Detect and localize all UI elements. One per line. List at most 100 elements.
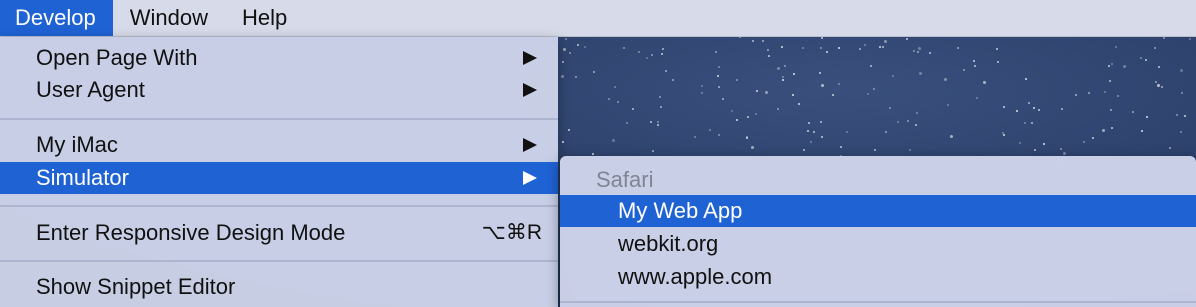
star-dot <box>717 86 720 89</box>
star-dot <box>764 90 768 94</box>
star-dot <box>1157 83 1161 87</box>
menu-item-show-snippet-editor[interactable]: Show Snippet Editor <box>0 271 558 303</box>
submenu-item-webkit-org[interactable]: webkit.org <box>560 228 1196 260</box>
star-dot <box>1033 107 1036 110</box>
star-dot <box>1003 105 1006 108</box>
star-dot <box>972 60 975 63</box>
star-dot <box>821 37 824 40</box>
star-dot <box>1109 80 1112 83</box>
star-dot <box>793 73 796 76</box>
star-dot <box>661 47 664 50</box>
star-dot <box>709 128 712 131</box>
star-dot <box>874 149 877 152</box>
star-dot <box>831 93 834 96</box>
star-dot <box>583 46 586 49</box>
star-dot <box>1160 86 1163 89</box>
star-dot <box>908 148 911 151</box>
star-dot <box>714 51 717 54</box>
star-dot <box>755 112 758 115</box>
star-dot <box>637 50 640 53</box>
star-dot <box>612 139 616 143</box>
menubar-window[interactable]: Window <box>113 0 225 36</box>
star-dot <box>701 92 704 95</box>
star-dot <box>755 89 758 92</box>
star-dot <box>1102 129 1106 133</box>
menubar-help[interactable]: Help <box>225 0 304 36</box>
star-dot <box>632 108 635 111</box>
star-dot <box>1154 47 1157 50</box>
star-dot <box>1162 36 1165 39</box>
star-dot <box>892 75 895 78</box>
star-dot <box>819 121 822 124</box>
star-dot <box>864 44 867 47</box>
develop-menu: Open Page With User Agent My iMac Simula… <box>0 37 558 307</box>
star-dot <box>1061 107 1064 110</box>
star-dot <box>1146 115 1149 118</box>
star-dot <box>996 61 999 64</box>
star-dot <box>1141 130 1144 133</box>
menu-item-label: Enter Responsive Design Mode <box>36 220 346 245</box>
simulator-submenu: Safari My Web App webkit.org www.apple.c… <box>560 156 1196 307</box>
star-dot <box>1107 64 1110 67</box>
star-dot <box>974 65 977 68</box>
star-dot <box>721 98 724 101</box>
star-dot <box>1083 141 1086 144</box>
star-dot <box>1016 109 1019 112</box>
star-dot <box>802 46 805 49</box>
star-dot <box>1023 122 1026 125</box>
star-dot <box>918 46 922 50</box>
star-dot <box>897 120 900 123</box>
star-dot <box>777 66 781 70</box>
star-dot <box>820 83 824 87</box>
star-dot <box>1180 131 1183 134</box>
star-dot <box>717 66 720 69</box>
star-dot <box>1033 149 1036 152</box>
star-dot <box>881 45 884 48</box>
star-dot <box>913 50 916 53</box>
star-dot <box>751 146 755 150</box>
star-dot <box>780 45 783 48</box>
star-dot <box>568 129 571 132</box>
menu-item-open-page-with[interactable]: Open Page With <box>0 42 558 74</box>
star-dot <box>592 70 595 73</box>
star-dot <box>806 129 809 132</box>
star-dot <box>906 119 909 122</box>
menu-separator <box>0 205 558 207</box>
star-dot <box>1110 126 1113 129</box>
submenu-item-my-web-app[interactable]: My Web App <box>560 195 1196 227</box>
star-dot <box>1059 148 1062 151</box>
star-dot <box>879 45 882 48</box>
star-dot <box>1028 101 1031 104</box>
menu-item-label: Simulator <box>36 165 129 190</box>
star-dot <box>858 47 861 50</box>
star-dot <box>813 130 816 133</box>
submenu-item-label: webkit.org <box>618 231 719 256</box>
star-dot <box>646 56 649 59</box>
star-dot <box>561 75 565 79</box>
star-dot <box>575 76 578 79</box>
star-dot <box>1037 108 1040 111</box>
star-dot <box>1122 64 1126 68</box>
star-dot <box>957 47 960 50</box>
star-dot <box>839 146 842 149</box>
star-dot <box>792 94 795 97</box>
star-dot <box>976 97 979 100</box>
submenu-arrow-icon <box>523 83 537 97</box>
star-dot <box>665 70 668 73</box>
star-dot <box>561 61 564 64</box>
submenu-item-apple-com[interactable]: www.apple.com <box>560 261 1196 293</box>
star-dot <box>718 133 721 136</box>
menu-item-simulator[interactable]: Simulator <box>0 162 558 194</box>
star-dot <box>916 112 919 115</box>
star-dot <box>1018 142 1021 145</box>
menubar-develop[interactable]: Develop <box>0 0 113 36</box>
menu-separator <box>0 118 558 120</box>
menu-item-responsive-design-mode[interactable]: Enter Responsive Design Mode ⌥⌘R <box>0 217 558 249</box>
star-dot <box>928 52 931 55</box>
star-dot <box>837 47 840 50</box>
menu-item-user-agent[interactable]: User Agent <box>0 74 558 106</box>
star-dot <box>1025 78 1028 81</box>
star-dot <box>730 109 733 112</box>
star-dot <box>658 96 661 99</box>
menu-item-my-imac[interactable]: My iMac <box>0 129 558 161</box>
